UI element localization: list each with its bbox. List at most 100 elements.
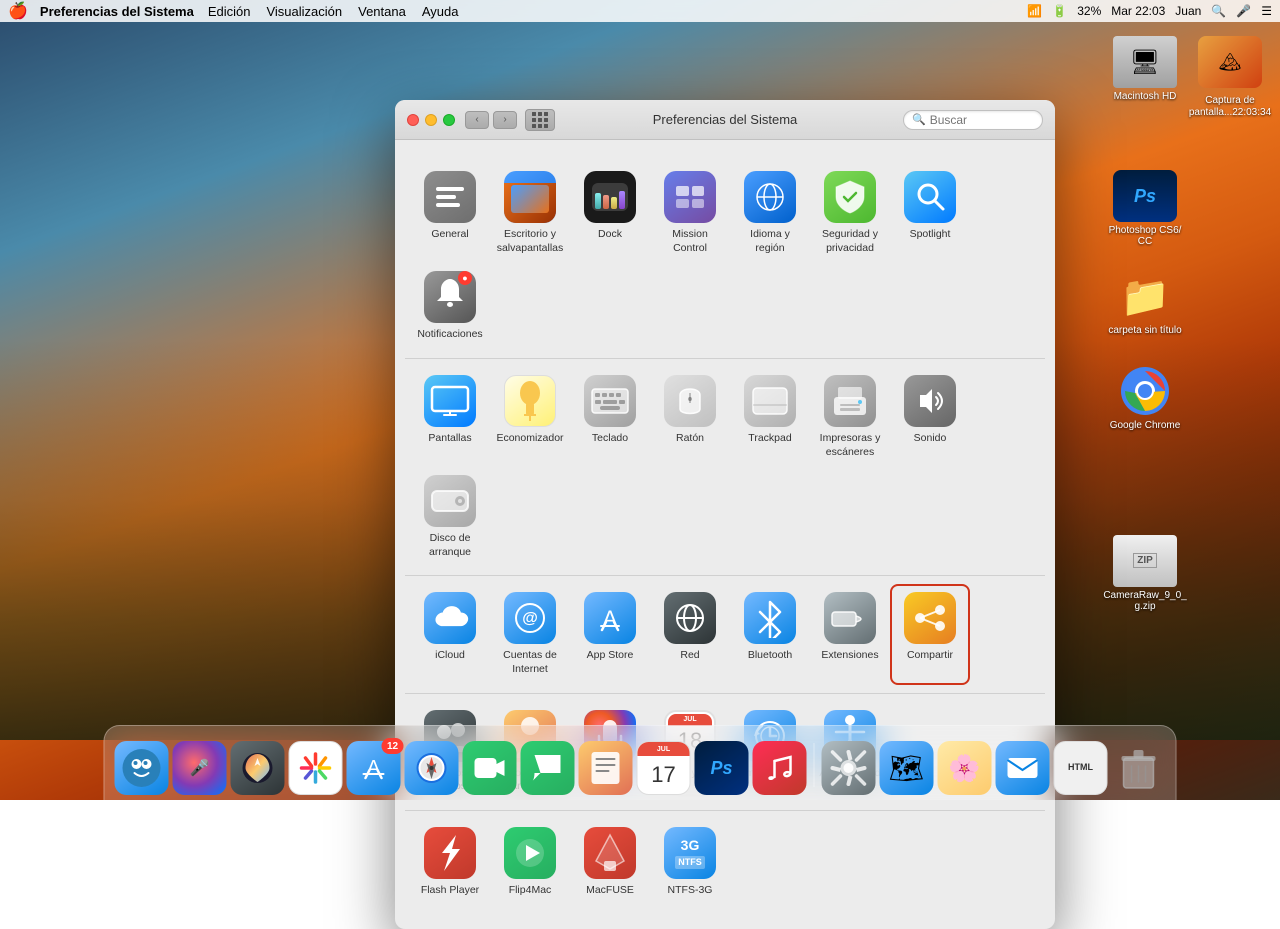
sysprefs-window: ‹ › Preferencias del Sistema 🔍 [395, 100, 1055, 929]
pref-red-label: Red [680, 649, 699, 663]
dock-mail[interactable] [996, 741, 1050, 795]
window-title: Preferencias del Sistema [653, 112, 798, 127]
search-menubar-icon[interactable]: 🔍 [1211, 4, 1226, 18]
pref-disco[interactable]: Disco de arranque [410, 467, 490, 567]
pref-escritorio[interactable]: Escritorio y salvapantallas [490, 163, 570, 263]
menu-edicion[interactable]: Edición [208, 4, 251, 19]
app-name-menu[interactable]: Preferencias del Sistema [40, 4, 194, 19]
pref-idioma[interactable]: Idioma y región [730, 163, 810, 263]
desktop-icon-photoshop-label: Photoshop CS6/CC [1109, 225, 1182, 247]
dock-launchpad[interactable] [231, 741, 285, 795]
battery-icon: 🔋 [1052, 4, 1067, 18]
maximize-button[interactable] [443, 114, 455, 126]
desktop-icon-captura-label: Captura depantalla...22:03:34 [1189, 95, 1271, 119]
window-controls [407, 114, 455, 126]
desktop-icon-macintosh-label: Macintosh HD [1114, 91, 1177, 102]
dock-finder[interactable] [115, 741, 169, 795]
apple-menu[interactable]: 🍎 [8, 1, 28, 21]
desktop-icon-chrome[interactable]: Google Chrome [1105, 365, 1185, 431]
pref-ntfs3g[interactable]: 3G NTFS NTFS-3G [650, 819, 730, 906]
pref-spotlight-label: Spotlight [910, 228, 951, 242]
dock-trash[interactable] [1112, 741, 1166, 795]
search-box[interactable]: 🔍 [903, 110, 1043, 130]
menu-items: Edición Visualización Ventana Ayuda [208, 4, 459, 19]
pref-teclado[interactable]: Teclado [570, 367, 650, 467]
dock-maps[interactable]: 🗺 [880, 741, 934, 795]
pref-raton[interactable]: Ratón [650, 367, 730, 467]
pref-flip4mac-label: Flip4Mac [509, 884, 552, 898]
dock-photos2[interactable]: 🌸 [938, 741, 992, 795]
search-input[interactable] [930, 113, 1034, 127]
control-center-icon[interactable]: ☰ [1261, 4, 1272, 18]
menu-ayuda[interactable]: Ayuda [422, 4, 459, 19]
menu-visualizacion[interactable]: Visualización [266, 4, 342, 19]
pref-sonido-label: Sonido [914, 432, 947, 446]
dock-notes[interactable] [579, 741, 633, 795]
pref-bluetooth[interactable]: Bluetooth [730, 584, 810, 684]
desktop-icon-carpeta[interactable]: 📁 carpeta sin título [1105, 270, 1185, 336]
dock-sysprefs[interactable] [822, 741, 876, 795]
minimize-button[interactable] [425, 114, 437, 126]
pref-economizador[interactable]: Economizador [490, 367, 570, 467]
pref-trackpad-label: Trackpad [748, 432, 791, 446]
pref-sonido[interactable]: Sonido [890, 367, 970, 467]
desktop-icon-zip[interactable]: ZIP CameraRaw_9_0_g.zip [1105, 535, 1185, 612]
back-button[interactable]: ‹ [465, 111, 489, 129]
pref-pantallas[interactable]: Pantallas [410, 367, 490, 467]
dock-appstore[interactable]: A [347, 741, 401, 795]
pref-extensiones[interactable]: Extensiones [810, 584, 890, 684]
dock-facetime[interactable] [463, 741, 517, 795]
pref-idioma-label: Idioma y región [735, 228, 805, 255]
pref-general-label: General [431, 228, 468, 242]
dock-siri[interactable]: 🎤 [173, 741, 227, 795]
nav-buttons: ‹ › [465, 111, 517, 129]
pref-appstore[interactable]: A App Store [570, 584, 650, 684]
pref-compartir[interactable]: Compartir [890, 584, 970, 684]
pref-dock[interactable]: Dock [570, 163, 650, 263]
pref-notificaciones[interactable]: ● Notificaciones [410, 263, 490, 350]
menu-ventana[interactable]: Ventana [358, 4, 406, 19]
desktop-icon-zip-label: CameraRaw_9_0_g.zip [1103, 590, 1186, 612]
pref-escritorio-label: Escritorio y salvapantallas [495, 228, 565, 255]
dock-divider [814, 743, 815, 787]
pref-icloud[interactable]: iCloud [410, 584, 490, 684]
pref-general[interactable]: General [410, 163, 490, 263]
pref-seguridad[interactable]: Seguridad y privacidad [810, 163, 890, 263]
dock-photoshop[interactable]: Ps [695, 741, 749, 795]
siri-menubar-icon[interactable]: 🎤 [1236, 4, 1251, 18]
dock-music[interactable] [753, 741, 807, 795]
desktop-icon-macintosh[interactable]: 🖥 Macintosh HD [1105, 36, 1185, 102]
dock-safari[interactable] [405, 741, 459, 795]
pref-cuentas[interactable]: @ Cuentas de Internet [490, 584, 570, 684]
close-button[interactable] [407, 114, 419, 126]
battery-level: 32% [1077, 4, 1101, 18]
desktop: 🍎 Preferencias del Sistema Edición Visua… [0, 0, 1280, 800]
pref-flash[interactable]: Flash Player [410, 819, 490, 906]
pref-economizador-label: Economizador [496, 432, 563, 446]
grid-view-button[interactable] [525, 109, 555, 131]
desktop-icon-captura[interactable]: 🏔 Captura depantalla...22:03:34 [1190, 36, 1270, 119]
pref-trackpad[interactable]: Trackpad [730, 367, 810, 467]
pref-mission-label: Mission Control [655, 228, 725, 255]
forward-button[interactable]: › [493, 111, 517, 129]
pref-red[interactable]: Red [650, 584, 730, 684]
pref-raton-label: Ratón [676, 432, 704, 446]
pref-icloud-label: iCloud [435, 649, 465, 663]
dock-calendar[interactable]: JUL 17 [637, 741, 691, 795]
dock-html[interactable]: HTML [1054, 741, 1108, 795]
desktop-icon-carpeta-label: carpeta sin título [1108, 325, 1181, 336]
pref-macfuse[interactable]: MacFUSE [570, 819, 650, 906]
pref-flip4mac[interactable]: Flip4Mac [490, 819, 570, 906]
pref-notificaciones-label: Notificaciones [417, 328, 482, 342]
dock-photos[interactable] [289, 741, 343, 795]
dock-messages[interactable] [521, 741, 575, 795]
desktop-icon-photoshop[interactable]: Ps Photoshop CS6/CC [1105, 170, 1185, 247]
pref-spotlight[interactable]: Spotlight [890, 163, 970, 263]
dock: 🎤 A [104, 725, 1177, 800]
section-internet: iCloud @ Cuentas de Internet A App Store [405, 576, 1045, 693]
pref-mission[interactable]: Mission Control [650, 163, 730, 263]
desktop-icon-chrome-label: Google Chrome [1110, 420, 1181, 431]
pref-impresoras[interactable]: Impresoras y escáneres [810, 367, 890, 467]
pref-seguridad-label: Seguridad y privacidad [815, 228, 885, 255]
pref-compartir-label: Compartir [907, 649, 953, 663]
